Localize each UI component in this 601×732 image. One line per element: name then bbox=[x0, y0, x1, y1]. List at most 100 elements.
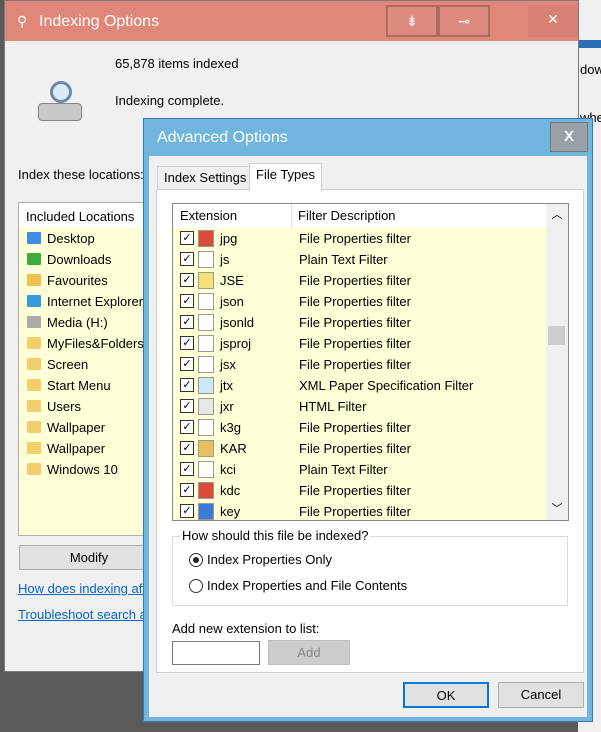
file-type-row[interactable]: ✓ k3g File Properties filter bbox=[174, 417, 546, 438]
file-type-row[interactable]: ✓ js Plain Text Filter bbox=[174, 249, 546, 270]
extension: jsx bbox=[220, 357, 236, 372]
row-checkbox[interactable]: ✓ bbox=[180, 315, 194, 329]
row-checkbox[interactable]: ✓ bbox=[180, 462, 194, 476]
pin-button[interactable]: ⊸ bbox=[438, 5, 490, 37]
extension: key bbox=[220, 504, 241, 519]
ok-button[interactable]: OK bbox=[403, 682, 489, 708]
file-types-panel: Extension Filter Description ✓ jpg File Pr… bbox=[156, 189, 584, 673]
dialog-title: Advanced Options bbox=[157, 129, 288, 146]
location-item[interactable]: Wallpaper bbox=[27, 417, 105, 438]
folder-icon bbox=[27, 421, 41, 433]
filter-description: File Properties filter bbox=[299, 336, 411, 351]
included-locations-list[interactable]: Included Locations Desktop Downloads Favou… bbox=[18, 202, 158, 536]
filter-description: File Properties filter bbox=[299, 441, 411, 456]
row-checkbox[interactable]: ✓ bbox=[180, 504, 194, 518]
title-bar[interactable]: ⚲ Indexing Options ⇟ ⊸ ✕ bbox=[5, 1, 578, 41]
row-checkbox[interactable]: ✓ bbox=[180, 336, 194, 350]
radio-selected-icon[interactable] bbox=[189, 553, 203, 567]
location-label: Screen bbox=[47, 357, 89, 372]
location-label: Start Menu bbox=[47, 378, 111, 393]
location-item[interactable]: Wallpaper bbox=[27, 438, 105, 459]
cancel-button[interactable]: Cancel bbox=[498, 682, 584, 708]
add-extension-label: Add new extension to list: bbox=[172, 621, 320, 636]
favourites-icon bbox=[27, 274, 41, 286]
filter-description: File Properties filter bbox=[299, 294, 411, 309]
location-item[interactable]: Favourites bbox=[27, 270, 108, 291]
folder-icon bbox=[27, 442, 41, 454]
dialog-close-button[interactable]: X bbox=[550, 122, 588, 152]
location-item[interactable]: Internet Explorer bbox=[27, 291, 143, 312]
radio-properties-only[interactable]: Index Properties Only bbox=[189, 552, 332, 567]
row-checkbox[interactable]: ✓ bbox=[180, 378, 194, 392]
modify-button[interactable]: Modify bbox=[19, 545, 159, 570]
folder-icon bbox=[27, 463, 41, 475]
filter-description: File Properties filter bbox=[299, 504, 411, 519]
collapse-button[interactable]: ⇟ bbox=[386, 5, 438, 37]
indexing-status: Indexing complete. bbox=[115, 93, 225, 108]
folder-icon bbox=[27, 379, 41, 391]
row-checkbox[interactable]: ✓ bbox=[180, 231, 194, 245]
list-scrollbar[interactable]: ︿ ﹀ bbox=[546, 204, 568, 520]
folder-icon bbox=[27, 358, 41, 370]
column-extension[interactable]: Extension bbox=[180, 204, 237, 228]
file-type-row[interactable]: ✓ jtx XML Paper Specification Filter bbox=[174, 375, 546, 396]
location-item[interactable]: Media (H:) bbox=[27, 312, 108, 333]
file-type-row[interactable]: ✓ jsproj File Properties filter bbox=[174, 333, 546, 354]
extension: jtx bbox=[220, 378, 233, 393]
location-item[interactable]: Screen bbox=[27, 354, 88, 375]
list-header: Extension Filter Description bbox=[173, 204, 546, 228]
file-types-list[interactable]: Extension Filter Description ✓ jpg File Pr… bbox=[172, 203, 569, 521]
location-label: Users bbox=[47, 399, 81, 414]
location-item[interactable]: Users bbox=[27, 396, 81, 417]
scroll-down-icon[interactable]: ﹀ bbox=[546, 500, 568, 516]
scrollbar-thumb[interactable] bbox=[548, 326, 565, 345]
filter-description: XML Paper Specification Filter bbox=[299, 378, 474, 393]
troubleshoot-link[interactable]: Troubleshoot search a bbox=[18, 607, 147, 622]
file-type-row[interactable]: ✓ jsx File Properties filter bbox=[174, 354, 546, 375]
file-type-row[interactable]: ✓ jsonld File Properties filter bbox=[174, 312, 546, 333]
file-type-row[interactable]: ✓ KAR File Properties filter bbox=[174, 438, 546, 459]
file-type-row[interactable]: ✓ key File Properties filter bbox=[174, 501, 546, 520]
file-type-row[interactable]: ✓ kci Plain Text Filter bbox=[174, 459, 546, 480]
location-label: Favourites bbox=[47, 273, 108, 288]
location-item[interactable]: Desktop bbox=[27, 228, 95, 249]
file-type-row[interactable]: ✓ jxr HTML Filter bbox=[174, 396, 546, 417]
radio-unselected-icon[interactable] bbox=[189, 579, 203, 593]
radio-properties-and-contents[interactable]: Index Properties and File Contents bbox=[189, 578, 407, 593]
file-type-icon bbox=[198, 440, 214, 457]
index-method-group: How should this file be indexed? Index P… bbox=[172, 528, 568, 606]
row-checkbox[interactable]: ✓ bbox=[180, 273, 194, 287]
tab-index-settings[interactable]: Index Settings bbox=[157, 166, 254, 190]
row-checkbox[interactable]: ✓ bbox=[180, 399, 194, 413]
row-checkbox[interactable]: ✓ bbox=[180, 357, 194, 371]
tab-file-types[interactable]: File Types bbox=[249, 163, 323, 191]
row-checkbox[interactable]: ✓ bbox=[180, 294, 194, 308]
row-checkbox[interactable]: ✓ bbox=[180, 441, 194, 455]
row-checkbox[interactable]: ✓ bbox=[180, 483, 194, 497]
file-type-icon bbox=[198, 251, 214, 268]
location-label: Wallpaper bbox=[47, 441, 106, 456]
file-type-icon bbox=[198, 482, 214, 499]
scroll-up-icon[interactable]: ︿ bbox=[546, 206, 568, 222]
file-type-row[interactable]: ✓ JSE File Properties filter bbox=[174, 270, 546, 291]
extension: jpg bbox=[220, 231, 238, 246]
how-indexing-link[interactable]: How does indexing aff bbox=[18, 581, 146, 596]
close-button[interactable]: ✕ bbox=[528, 5, 578, 37]
add-button[interactable]: Add bbox=[268, 640, 350, 665]
location-label: Windows 10 bbox=[47, 462, 118, 477]
extension: kdc bbox=[220, 483, 241, 498]
included-locations-header[interactable]: Included Locations bbox=[19, 203, 157, 228]
column-filter-description[interactable]: Filter Description bbox=[298, 204, 396, 228]
file-type-row[interactable]: ✓ kdc File Properties filter bbox=[174, 480, 546, 501]
background-bar bbox=[578, 40, 601, 48]
filter-description: File Properties filter bbox=[299, 315, 411, 330]
file-type-row[interactable]: ✓ json File Properties filter bbox=[174, 291, 546, 312]
location-item[interactable]: Windows 10 bbox=[27, 459, 118, 480]
location-item[interactable]: MyFiles&Folders bbox=[27, 333, 144, 354]
row-checkbox[interactable]: ✓ bbox=[180, 420, 194, 434]
new-extension-input[interactable] bbox=[172, 641, 260, 665]
row-checkbox[interactable]: ✓ bbox=[180, 252, 194, 266]
location-item[interactable]: Downloads bbox=[27, 249, 111, 270]
file-type-row[interactable]: ✓ jpg File Properties filter bbox=[174, 228, 546, 249]
location-item[interactable]: Start Menu bbox=[27, 375, 111, 396]
